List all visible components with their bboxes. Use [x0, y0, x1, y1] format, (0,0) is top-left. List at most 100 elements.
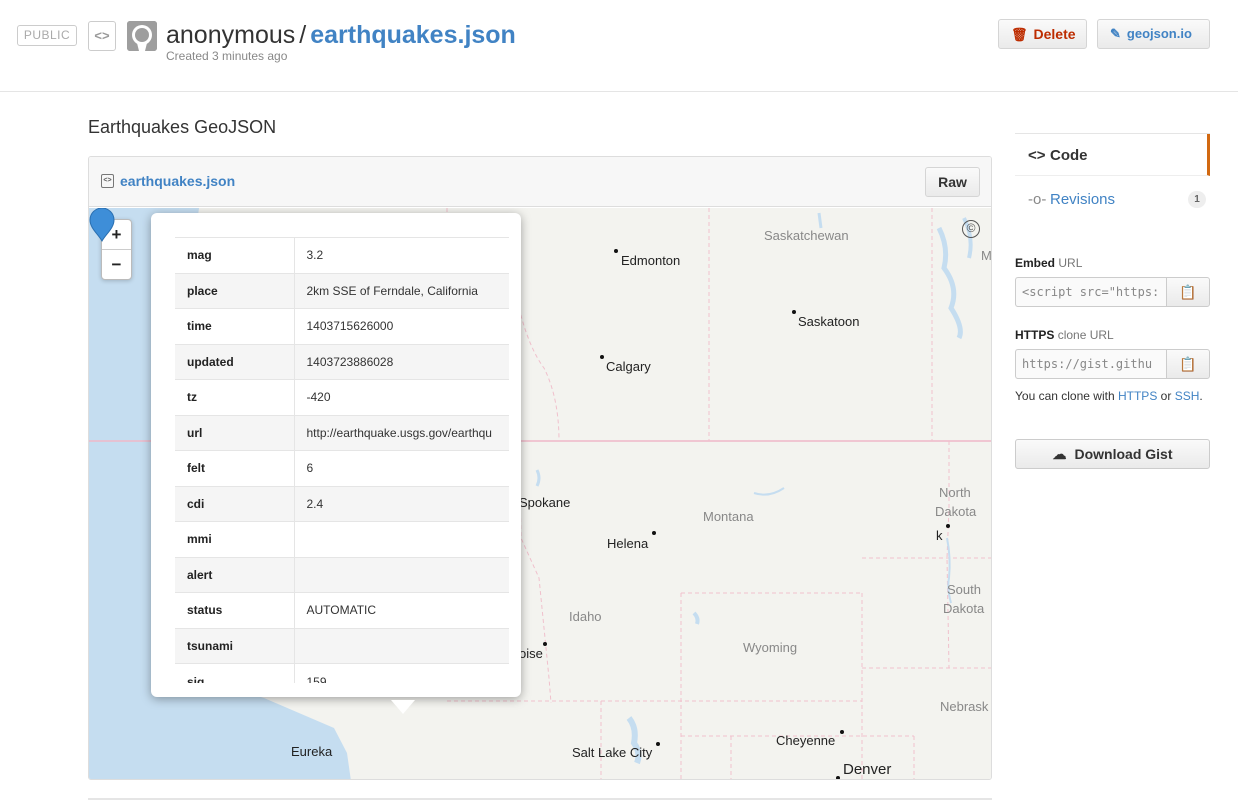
property-value: 1403723886028: [294, 343, 509, 380]
city-saskatoon: Saskatoon: [798, 314, 860, 329]
city-dot: [836, 776, 840, 779]
property-value: [294, 521, 509, 557]
popup-properties-scroll[interactable]: mag 3.2 place 2km SSE of Ferndale, Californ…: [175, 237, 509, 683]
region-south-dakota-2: Dakota: [943, 601, 985, 616]
clipboard-icon: 📋: [1179, 284, 1197, 300]
property-row: url http://earthquake.usgs.gov/earthqu: [175, 414, 509, 451]
https-clone-input[interactable]: https://gist.githu: [1015, 349, 1166, 379]
property-value: 159: [294, 663, 509, 683]
region-manitoba: M: [981, 248, 991, 263]
gist-description: Earthquakes GeoJSON: [88, 117, 277, 137]
property-value: 6: [294, 450, 509, 486]
city-spokane: Spokane: [519, 495, 571, 510]
gist-header: PUBLIC <> anonymous / earthquakes.json Cre…: [0, 0, 1238, 92]
geojson-io-button[interactable]: ✎ geojson.io: [1097, 19, 1210, 49]
city-dot: [600, 355, 604, 359]
property-row: updated 1403723886028: [175, 343, 509, 380]
region-north-dakota-2: Dakota: [935, 504, 977, 519]
sidebar-item-label: Revisions: [1050, 191, 1116, 208]
property-row: place 2km SSE of Ferndale, California: [175, 272, 509, 309]
city-eureka: Eureka: [291, 744, 333, 759]
property-row: mmi: [175, 521, 509, 557]
sidebar-item-revisions[interactable]: -o- Revisions 1: [1015, 176, 1210, 224]
property-row: tsunami: [175, 627, 509, 664]
map-view[interactable]: Edmonton Calgary Saskatoon Saskatchewan …: [89, 208, 991, 779]
gist-name-link[interactable]: earthquakes.json: [310, 21, 516, 49]
city-edmonton: Edmonton: [621, 253, 681, 268]
city-dot: [946, 524, 950, 528]
copy-embed-button[interactable]: 📋: [1166, 277, 1210, 307]
earthquake-marker-icon[interactable]: [89, 208, 115, 242]
trash-icon: 🗑: [1011, 27, 1028, 42]
property-value: [294, 556, 509, 593]
property-row: time 1403715626000: [175, 308, 509, 344]
city-dot: [792, 310, 796, 314]
region-north-dakota-1: North: [939, 485, 971, 500]
city-dot: [652, 531, 656, 535]
sidebar-item-label: Code: [1050, 147, 1088, 164]
embed-url-label: Embed URL: [1015, 256, 1083, 270]
property-row: cdi 2.4: [175, 485, 509, 522]
property-value: AUTOMATIC: [294, 592, 509, 628]
city-dot: [614, 249, 618, 253]
property-key: sig: [175, 663, 295, 683]
feature-popup: mag 3.2 place 2km SSE of Ferndale, Californ…: [151, 213, 521, 714]
property-row: felt 6: [175, 450, 509, 486]
zoom-out-button[interactable]: −: [102, 249, 131, 278]
property-key: url: [175, 414, 295, 451]
region-idaho: Idaho: [569, 609, 602, 624]
gist-title: anonymous / earthquakes.json: [166, 19, 516, 51]
property-key: mag: [175, 237, 295, 273]
property-key: time: [175, 308, 295, 344]
region-nebraska: Nebrask: [940, 699, 989, 714]
title-separator: /: [299, 21, 307, 49]
property-row: alert: [175, 556, 509, 593]
city-dot: [840, 730, 844, 734]
property-key: tz: [175, 379, 295, 415]
city-salt-lake-city: Salt Lake City: [572, 745, 653, 760]
region-saskatchewan: Saskatchewan: [764, 228, 849, 243]
clipboard-icon: 📋: [1179, 356, 1197, 372]
avatar[interactable]: [127, 21, 157, 51]
https-link[interactable]: HTTPS: [1118, 389, 1157, 403]
attribution-icon[interactable]: ©: [962, 220, 980, 238]
region-south-dakota-1: South: [947, 582, 981, 597]
file-name-link[interactable]: earthquakes.json: [120, 173, 235, 189]
file-code-icon: <>: [101, 174, 114, 188]
github-octocat-icon: [127, 21, 157, 51]
file-header: <> earthquakes.json Raw: [89, 157, 991, 207]
property-key: tsunami: [175, 627, 295, 664]
property-row: mag 3.2: [175, 237, 509, 273]
delete-button[interactable]: 🗑 Delete: [998, 19, 1087, 49]
city-cheyenne: Cheyenne: [776, 733, 836, 748]
clone-note: You can clone with HTTPS or SSH.: [1015, 389, 1203, 403]
property-value: http://earthquake.usgs.gov/earthqu: [294, 414, 509, 451]
delete-label: Delete: [1033, 26, 1076, 42]
owner-link[interactable]: anonymous: [166, 21, 295, 49]
property-row: tz -420: [175, 379, 509, 415]
sidebar-item-code[interactable]: <> Code: [1015, 134, 1210, 176]
public-badge: PUBLIC: [17, 25, 77, 46]
property-key: alert: [175, 556, 295, 593]
city-helena: Helena: [607, 536, 649, 551]
download-label: Download Gist: [1074, 446, 1173, 462]
property-value: 2km SSE of Ferndale, California: [294, 272, 509, 309]
city-denver: Denver: [843, 761, 892, 778]
sidebar-nav: <> Code -o- Revisions 1: [1015, 122, 1210, 224]
city-calgary: Calgary: [606, 359, 651, 374]
pencil-icon: ✎: [1110, 26, 1121, 41]
property-row: sig 159: [175, 663, 509, 683]
download-gist-button[interactable]: ☁ Download Gist: [1015, 439, 1210, 469]
raw-button[interactable]: Raw: [925, 167, 980, 197]
properties-table: mag 3.2 place 2km SSE of Ferndale, Californ…: [175, 237, 509, 683]
file-box: <> earthquakes.json Raw Edmonton Calgary…: [88, 156, 992, 780]
https-clone-label: HTTPS clone URL: [1015, 328, 1114, 342]
ssh-link[interactable]: SSH: [1175, 389, 1200, 403]
city-boise: oise: [519, 646, 543, 661]
embed-url-input[interactable]: <script src="https:: [1015, 277, 1166, 307]
property-key: cdi: [175, 485, 295, 522]
copy-clone-url-button[interactable]: 📋: [1166, 349, 1210, 379]
property-key: status: [175, 592, 295, 628]
popup-tip: [391, 700, 415, 714]
property-row: status AUTOMATIC: [175, 592, 509, 628]
